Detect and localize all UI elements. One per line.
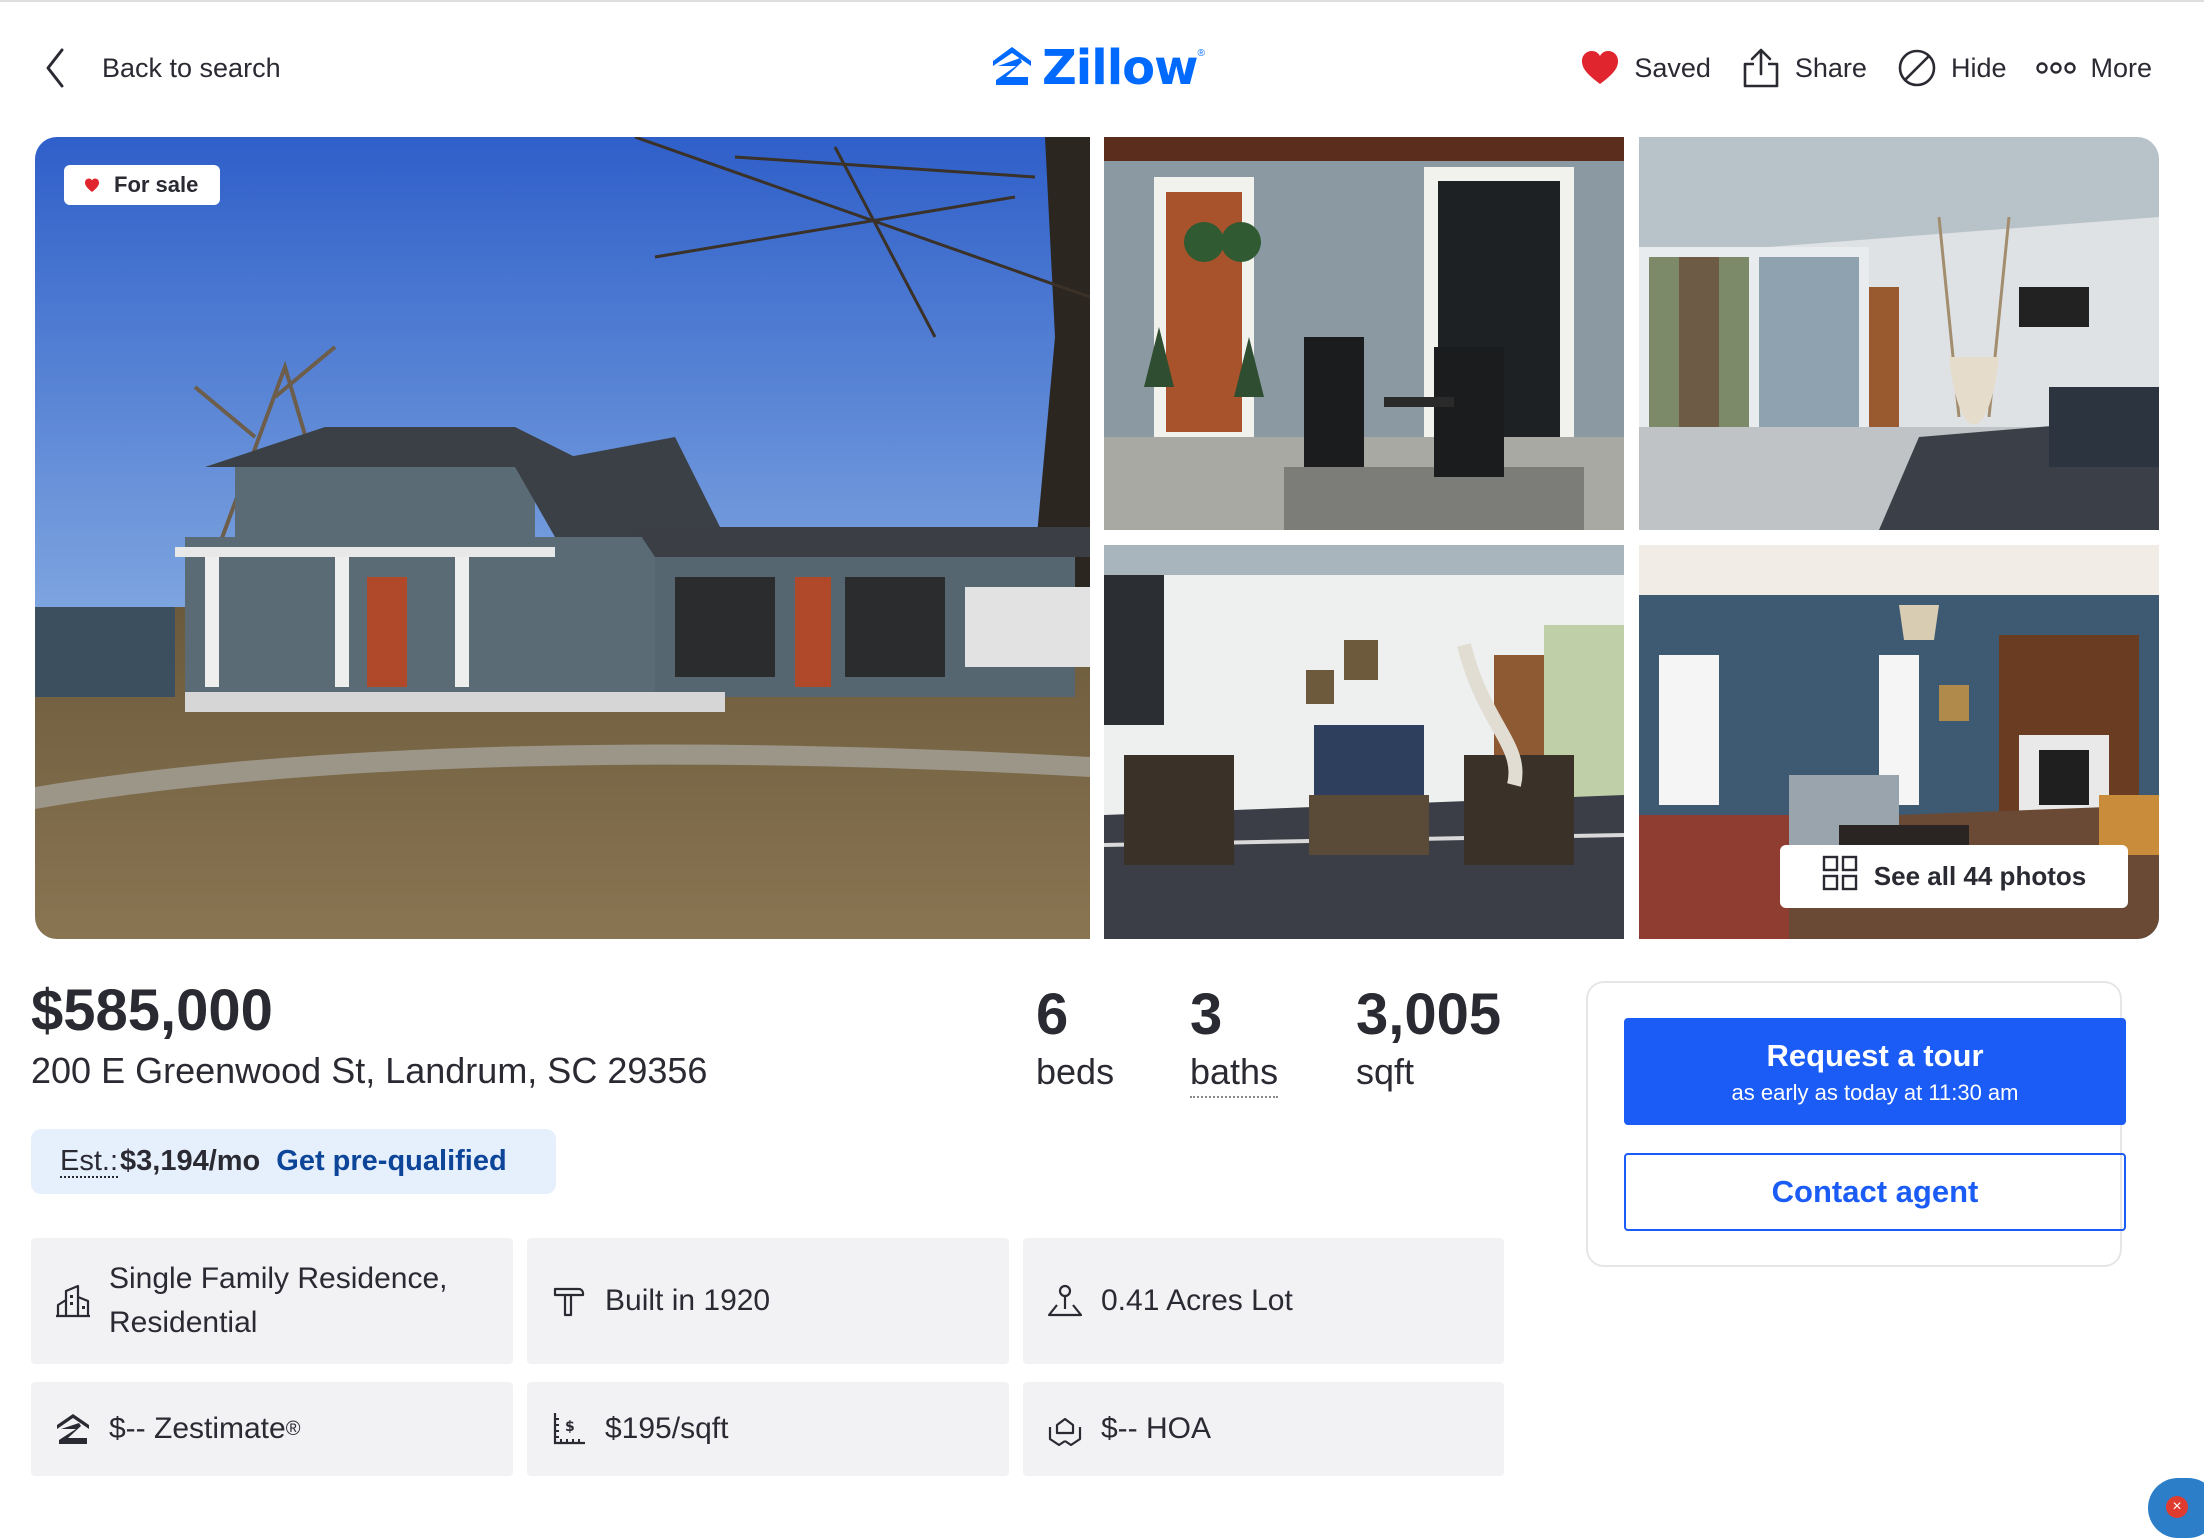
close-chat-icon[interactable]: × (2166, 1496, 2188, 1518)
zestimate-registered-mark: ® (285, 1417, 301, 1440)
request-tour-subtitle: as early as today at 11:30 am (1731, 1080, 2019, 1105)
sqft-label: sqft (1356, 1051, 1415, 1092)
fact-price-per-sqft: $ $195/sqft (527, 1382, 1009, 1476)
hoa-icon (1047, 1411, 1083, 1447)
get-prequalified-link[interactable]: Get pre-qualified (276, 1145, 506, 1178)
heart-filled-icon (1580, 50, 1620, 86)
monthly-estimate-banner: Est.: $3,194/mo Get pre-qualified (31, 1129, 556, 1194)
sqft-stat: 3,005 sqft (1356, 980, 1501, 1094)
listing-price: $585,000 (31, 978, 273, 1043)
svg-text:$: $ (565, 1419, 575, 1435)
request-tour-title: Request a tour (1766, 1038, 1984, 1073)
saved-button[interactable]: Saved (1580, 50, 1711, 86)
fact-year-built-text: Built in 1920 (605, 1284, 771, 1317)
price-per-sqft-icon: $ (551, 1411, 587, 1447)
fact-zestimate: $-- Zestimate ® (31, 1382, 513, 1476)
hammer-icon (551, 1283, 587, 1319)
listing-address: 200 E Greenwood St, Landrum, SC 29356 (31, 1050, 708, 1091)
contact-agent-button[interactable]: Contact agent (1624, 1153, 2126, 1231)
saved-label: Saved (1634, 52, 1711, 83)
top-divider (0, 0, 2204, 2)
zillow-logo[interactable]: Zillow ® (990, 40, 1205, 96)
fact-hoa: $-- HOA (1023, 1382, 1504, 1476)
zillow-wordmark: Zillow (1042, 40, 1198, 96)
status-badge: For sale (64, 165, 221, 205)
more-button[interactable]: More (2036, 53, 2152, 84)
share-icon (1741, 47, 1781, 89)
see-all-photos-button[interactable]: See all 44 photos (1780, 845, 2128, 908)
back-to-search-label: Back to search (102, 52, 281, 83)
more-label: More (2090, 52, 2152, 83)
baths-label[interactable]: baths (1190, 1050, 1279, 1098)
baths-value: 3 (1190, 982, 1223, 1047)
beds-label: beds (1036, 1051, 1115, 1092)
main-photo-house-exterior[interactable]: For sale (35, 137, 1090, 939)
request-tour-button[interactable]: Request a tour as early as today at 11:3… (1624, 1018, 2126, 1125)
estimate-prefix[interactable]: Est.: (60, 1146, 119, 1178)
beds-value: 6 (1036, 982, 1069, 1047)
photo-sunroom-seating[interactable] (1104, 545, 1624, 939)
status-badge-label: For sale (114, 172, 199, 197)
sqft-value: 3,005 (1356, 982, 1502, 1047)
fact-year-built: Built in 1920 (527, 1238, 1009, 1364)
hide-button[interactable]: Hide (1897, 48, 2007, 88)
back-to-search-link[interactable]: Back to search (36, 40, 281, 96)
beds-stat: 6 beds (1036, 980, 1114, 1094)
fact-lot-size: 0.41 Acres Lot (1023, 1238, 1504, 1364)
fact-hoa-text: $-- HOA (1101, 1412, 1212, 1445)
zillow-house-icon (990, 44, 1034, 93)
share-button[interactable]: Share (1741, 47, 1867, 89)
lot-icon (1047, 1283, 1083, 1319)
fact-price-per-sqft-text: $195/sqft (605, 1412, 729, 1445)
photo-front-porch[interactable] (1104, 137, 1624, 530)
fact-zestimate-text: $-- Zestimate (109, 1412, 286, 1445)
more-dots-icon (2036, 58, 2077, 78)
chevron-left-icon (36, 40, 76, 96)
heart-small-icon (84, 177, 100, 193)
building-icon (55, 1283, 91, 1319)
hide-label: Hide (1950, 52, 2007, 83)
fact-home-type-text: Single Family Residence, Residential (109, 1262, 448, 1339)
zestimate-icon (55, 1411, 91, 1447)
baths-stat[interactable]: 3 baths (1190, 980, 1279, 1098)
see-all-photos-label: See all 44 photos (1873, 861, 2087, 891)
photo-sunroom-hammock[interactable] (1639, 137, 2159, 530)
fact-lot-size-text: 0.41 Acres Lot (1101, 1284, 1293, 1317)
estimate-amount: $3,194/mo (120, 1145, 261, 1177)
fact-home-type: Single Family Residence, Residential (31, 1238, 513, 1364)
header-actions: Saved Share Hide More (1580, 40, 2152, 96)
hide-icon (1897, 48, 1937, 88)
photo-gallery: For sale (35, 137, 2159, 939)
share-label: Share (1794, 52, 1867, 83)
registered-mark: ® (1197, 48, 1205, 59)
grid-icon (1822, 855, 1858, 898)
